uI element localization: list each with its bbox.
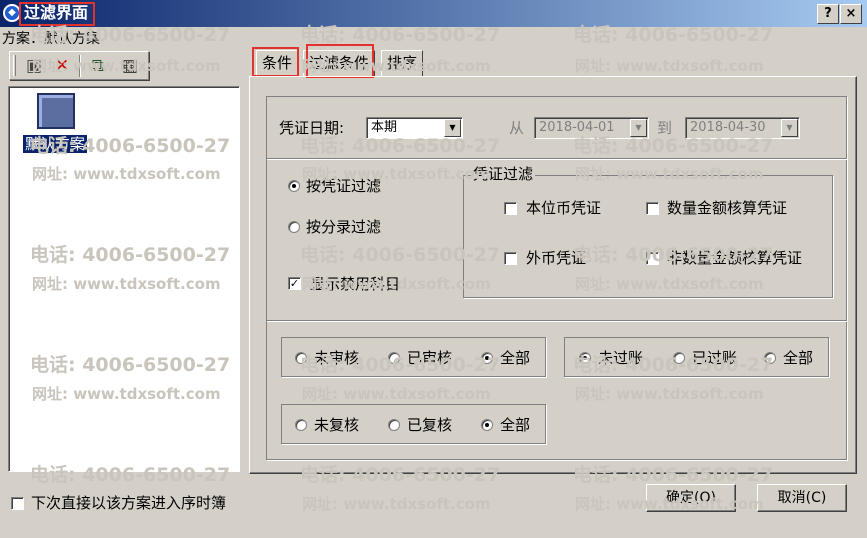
- scheme-label: 方案：默认方案: [2, 31, 100, 47]
- posting-label-posted[interactable]: 已过账: [692, 349, 737, 367]
- review-label-unreviewed[interactable]: 未复核: [314, 416, 359, 434]
- watermark-site: 网址: www.tdxsoft.com: [575, 57, 764, 75]
- audit-label-all[interactable]: 全部: [500, 349, 530, 367]
- posting-radio-posted[interactable]: [673, 352, 685, 364]
- show-disabled-checkbox[interactable]: ✓: [288, 277, 301, 290]
- to-date-picker[interactable]: 2018-04-30 ▼: [685, 117, 800, 139]
- qty-amount-checkbox[interactable]: [646, 202, 659, 215]
- help-button[interactable]: ?: [817, 4, 839, 24]
- period-select[interactable]: 本期 ▼: [366, 117, 463, 139]
- chevron-down-icon[interactable]: ▼: [630, 119, 647, 137]
- title-bar[interactable]: [0, 0, 867, 27]
- audit-radio-audited[interactable]: [388, 352, 400, 364]
- foreign-currency-checkbox[interactable]: [504, 252, 517, 265]
- chevron-down-icon[interactable]: ▼: [781, 119, 798, 137]
- review-label-all[interactable]: 全部: [500, 416, 530, 434]
- delete-icon[interactable]: ✕: [51, 56, 73, 76]
- watermark-site: 网址: www.tdxsoft.com: [302, 495, 491, 513]
- audit-radio-all[interactable]: [481, 352, 493, 364]
- panel-divider: [267, 158, 847, 160]
- by-voucher-radio[interactable]: [288, 180, 300, 192]
- save-icon[interactable]: ▣: [23, 56, 45, 76]
- non-qty-amount-label[interactable]: 非数量金额核算凭证: [667, 249, 802, 267]
- tab-highlight: [252, 47, 299, 77]
- from-date-picker[interactable]: 2018-04-01 ▼: [534, 117, 649, 139]
- close-button[interactable]: ×: [840, 4, 862, 24]
- base-currency-label[interactable]: 本位币凭证: [526, 199, 601, 217]
- panel-divider: [267, 320, 847, 322]
- posting-radio-all[interactable]: [764, 352, 776, 364]
- foreign-currency-label[interactable]: 外币凭证: [526, 249, 586, 267]
- toolbar-grip: [13, 55, 16, 76]
- posting-label-all[interactable]: 全部: [783, 349, 813, 367]
- tab-sort[interactable]: 排序: [381, 50, 424, 76]
- direct-enter-checkbox[interactable]: [11, 497, 24, 510]
- review-radio-reviewed[interactable]: [388, 419, 400, 431]
- to-label: 到: [657, 119, 673, 137]
- review-radio-all[interactable]: [481, 419, 493, 431]
- non-qty-amount-checkbox[interactable]: [646, 252, 659, 265]
- voucher-filter-group: [463, 175, 833, 298]
- by-entry-label[interactable]: 按分录过滤: [306, 218, 381, 236]
- audit-label-unaudited[interactable]: 未审核: [314, 349, 359, 367]
- toolbar-separator: [79, 55, 81, 77]
- by-entry-radio[interactable]: [288, 221, 300, 233]
- show-disabled-label[interactable]: 显示禁用科目: [310, 275, 400, 293]
- audit-radio-unaudited[interactable]: [295, 352, 307, 364]
- by-voucher-label[interactable]: 按凭证过滤: [306, 177, 381, 195]
- ok-button[interactable]: 确定(O): [646, 484, 736, 512]
- posting-label-unposted[interactable]: 未过账: [598, 349, 643, 367]
- title-highlight: [19, 2, 95, 26]
- base-currency-checkbox[interactable]: [504, 202, 517, 215]
- from-date-value: 2018-04-01: [539, 120, 615, 135]
- table-icon[interactable]: ▦: [119, 56, 141, 76]
- toolbar: ▣ ✕ ⧉ ▦: [9, 51, 149, 80]
- copy-icon[interactable]: ⧉: [87, 56, 109, 76]
- chevron-down-icon[interactable]: ▼: [444, 119, 461, 137]
- posting-radio-unposted[interactable]: [579, 352, 591, 364]
- review-label-reviewed[interactable]: 已复核: [407, 416, 452, 434]
- tab-highlight: [306, 44, 374, 78]
- scheme-list[interactable]: 默认方案: [8, 86, 240, 472]
- voucher-date-label: 凭证日期:: [279, 119, 345, 137]
- audit-label-audited[interactable]: 已审核: [407, 349, 452, 367]
- to-date-value: 2018-04-30: [690, 120, 766, 135]
- period-value: 本期: [371, 120, 398, 135]
- from-label: 从: [509, 119, 525, 137]
- voucher-filter-legend: 凭证过滤: [471, 165, 536, 183]
- review-radio-unreviewed[interactable]: [295, 419, 307, 431]
- qty-amount-label[interactable]: 数量金额核算凭证: [667, 199, 787, 217]
- scheme-list-item[interactable]: 默认方案: [23, 135, 88, 153]
- direct-enter-label[interactable]: 下次直接以该方案进入序时簿: [31, 494, 226, 512]
- cancel-button[interactable]: 取消(C): [757, 484, 847, 512]
- scheme-folder-icon: [37, 93, 75, 129]
